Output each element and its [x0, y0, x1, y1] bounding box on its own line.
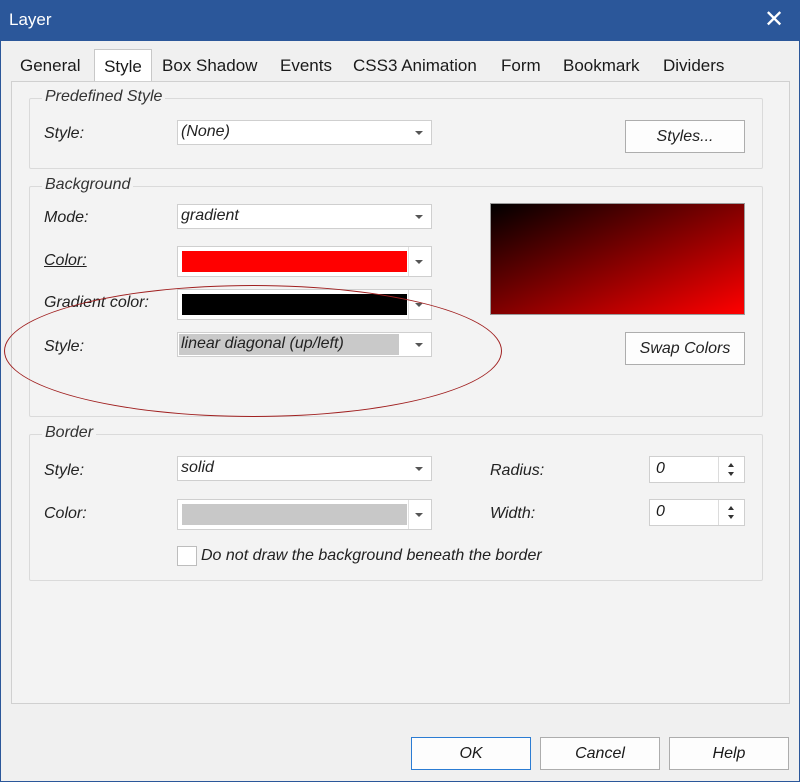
border-group: Border Style: solid Radius: 0 Color: Wid…	[29, 424, 763, 581]
swap-colors-button[interactable]: Swap Colors	[625, 332, 745, 365]
border-style-label: Style:	[44, 462, 85, 479]
width-value: 0	[656, 503, 665, 520]
chevron-down-icon	[415, 343, 423, 347]
gradient-preview	[490, 203, 745, 315]
color-picker[interactable]	[177, 246, 432, 277]
close-icon[interactable]: ✕	[759, 5, 789, 35]
tab-bookmark[interactable]: Bookmark	[563, 55, 640, 81]
gradient-color-label: Gradient color:	[44, 294, 149, 311]
gradient-style-value: linear diagonal (up/left)	[179, 334, 399, 355]
radius-value: 0	[656, 460, 665, 477]
color-label: Color:	[44, 252, 87, 269]
help-button[interactable]: Help	[669, 737, 789, 770]
chevron-down-icon[interactable]	[728, 515, 734, 519]
border-style-value: solid	[181, 459, 214, 476]
chevron-down-icon	[415, 513, 423, 517]
predefined-style-value: (None)	[181, 123, 230, 140]
radius-stepper[interactable]: 0	[649, 456, 745, 483]
border-color-label: Color:	[44, 505, 87, 522]
gradient-color-picker[interactable]	[177, 289, 432, 320]
tab-style[interactable]: Style	[94, 49, 152, 83]
chevron-down-icon	[415, 260, 423, 264]
chevron-down-icon	[415, 215, 423, 219]
mode-value: gradient	[181, 207, 239, 224]
no-bg-beneath-border-checkbox[interactable]	[177, 546, 197, 566]
styles-button[interactable]: Styles...	[625, 120, 745, 153]
border-color-swatch	[182, 504, 407, 525]
gradient-color-swatch	[182, 294, 407, 315]
no-bg-beneath-border-label: Do not draw the background beneath the b…	[201, 547, 542, 564]
chevron-down-icon	[415, 467, 423, 471]
tab-dividers[interactable]: Dividers	[663, 55, 724, 81]
border-color-picker[interactable]	[177, 499, 432, 530]
chevron-up-icon[interactable]	[728, 463, 734, 467]
mode-label: Mode:	[44, 209, 89, 226]
tab-box-shadow[interactable]: Box Shadow	[162, 55, 257, 81]
tab-css3-animation[interactable]: CSS3 Animation	[353, 55, 477, 81]
predefined-style-group: Predefined Style Style: (None) Styles...	[29, 88, 763, 169]
radius-label: Radius:	[490, 462, 545, 479]
group-title: Predefined Style	[42, 88, 166, 106]
title-bar: Layer ✕	[1, 1, 799, 41]
group-title: Border	[42, 424, 97, 442]
predefined-style-select[interactable]: (None)	[177, 120, 432, 145]
divider	[408, 290, 409, 319]
mode-select[interactable]: gradient	[177, 204, 432, 229]
chevron-down-icon[interactable]	[728, 472, 734, 476]
gradient-style-select[interactable]: linear diagonal (up/left)	[177, 332, 432, 357]
chevron-down-icon	[415, 131, 423, 135]
style-tab-panel: Predefined Style Style: (None) Styles...…	[11, 81, 790, 704]
group-title: Background	[42, 176, 134, 194]
tab-form[interactable]: Form	[501, 55, 541, 81]
border-style-select[interactable]: solid	[177, 456, 432, 481]
color-swatch	[182, 251, 407, 272]
predefined-style-label: Style:	[44, 125, 85, 142]
width-stepper[interactable]: 0	[649, 499, 745, 526]
tab-general[interactable]: General	[20, 55, 80, 81]
stepper-buttons[interactable]	[718, 457, 744, 482]
tab-events[interactable]: Events	[280, 55, 332, 81]
divider	[408, 500, 409, 529]
stepper-buttons[interactable]	[718, 500, 744, 525]
width-label: Width:	[490, 505, 536, 522]
layer-dialog: Layer ✕ General Style Box Shadow Events …	[0, 0, 800, 782]
window-title: Layer	[9, 10, 52, 29]
ok-button[interactable]: OK	[411, 737, 531, 770]
cancel-button[interactable]: Cancel	[540, 737, 660, 770]
chevron-up-icon[interactable]	[728, 506, 734, 510]
divider	[408, 247, 409, 276]
gradient-style-label: Style:	[44, 338, 85, 355]
chevron-down-icon	[415, 303, 423, 307]
